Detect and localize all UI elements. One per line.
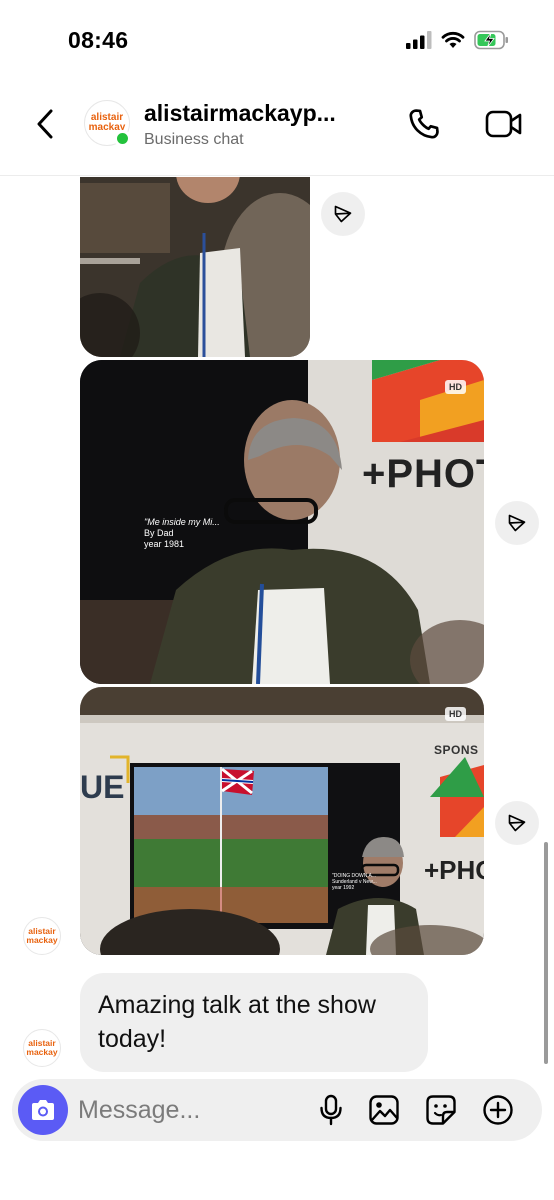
slide-caption-line1: "Me inside my Mi... — [144, 517, 220, 527]
gallery-button[interactable] — [365, 1091, 403, 1129]
stage-sponsor-text: SPONS — [434, 743, 479, 757]
message-list[interactable]: "Me inside my Mi... By Dad year 1981 +PH… — [0, 177, 554, 1077]
contact-subtitle: Business chat — [144, 131, 244, 148]
photo-message-3[interactable]: UE SPONS +PHOT "DOING DOWN A... Sunderla… — [80, 687, 484, 955]
slide-caption: "Me inside my Mi... By Dad year 1981 — [144, 517, 220, 550]
paper-plane-icon — [334, 205, 352, 223]
text-message-bubble[interactable]: Amazing talk at the show today! — [80, 973, 428, 1072]
video-camera-icon — [485, 110, 522, 138]
chat-header: alistair mackay alistairmackayp... Busin… — [0, 84, 554, 176]
photo-3-image — [80, 687, 484, 955]
sender-avatar-line2: mackay — [26, 935, 58, 945]
battery-charging-icon — [474, 30, 510, 55]
scrollbar-thumb[interactable] — [544, 842, 548, 1064]
wifi-icon — [441, 31, 465, 54]
hd-badge: HD — [445, 380, 466, 394]
slide-caption-line3: year 1981 — [144, 539, 185, 549]
phone-icon — [409, 109, 439, 139]
camera-button[interactable] — [18, 1085, 68, 1135]
back-chevron-icon — [37, 109, 53, 139]
paper-plane-icon — [508, 514, 526, 532]
sticker-button[interactable] — [422, 1091, 460, 1129]
microphone-button[interactable] — [312, 1091, 350, 1129]
photo-sign-text: +PHOT — [362, 452, 484, 496]
message-input[interactable] — [78, 1090, 298, 1130]
voice-call-button[interactable] — [404, 104, 444, 144]
status-bar: 08:46 — [0, 0, 554, 84]
message-composer — [12, 1079, 542, 1141]
paper-plane-icon — [508, 814, 526, 832]
sender-avatar[interactable]: alistair mackay — [23, 1029, 61, 1067]
camera-icon — [32, 1100, 54, 1120]
screen-caption: "DOING DOWN A... Sunderland v New... yea… — [332, 873, 377, 891]
add-button[interactable] — [479, 1091, 517, 1129]
stage-sign-text: +PHOT — [424, 855, 484, 885]
back-button[interactable] — [30, 106, 60, 142]
share-button-3[interactable] — [495, 801, 539, 845]
video-call-button[interactable] — [482, 104, 526, 144]
photo-message-2[interactable]: "Me inside my Mi... By Dad year 1981 +PH… — [80, 360, 484, 684]
cellular-signal-icon — [406, 31, 432, 54]
sender-avatar-line2: mackay — [26, 1047, 58, 1057]
sticker-icon — [426, 1095, 456, 1125]
plus-icon — [483, 1095, 513, 1125]
microphone-icon — [320, 1094, 342, 1126]
hd-badge: HD — [445, 707, 466, 721]
photo-1-image — [80, 177, 310, 357]
sender-avatar[interactable]: alistair mackay — [23, 917, 61, 955]
slide-caption-line2: By Dad — [144, 528, 174, 538]
stage-sign-left: UE — [80, 769, 125, 805]
online-status-dot — [114, 130, 131, 147]
gallery-icon — [369, 1095, 399, 1125]
share-button-1[interactable] — [321, 192, 365, 236]
share-button-2[interactable] — [495, 501, 539, 545]
photo-2-image — [80, 360, 484, 684]
photo-message-1[interactable] — [80, 177, 310, 357]
status-icons — [406, 30, 510, 55]
screen-caption-line3: year 1992 — [332, 885, 355, 891]
status-time: 08:46 — [68, 27, 129, 53]
contact-name[interactable]: alistairmackayp... — [144, 100, 384, 127]
